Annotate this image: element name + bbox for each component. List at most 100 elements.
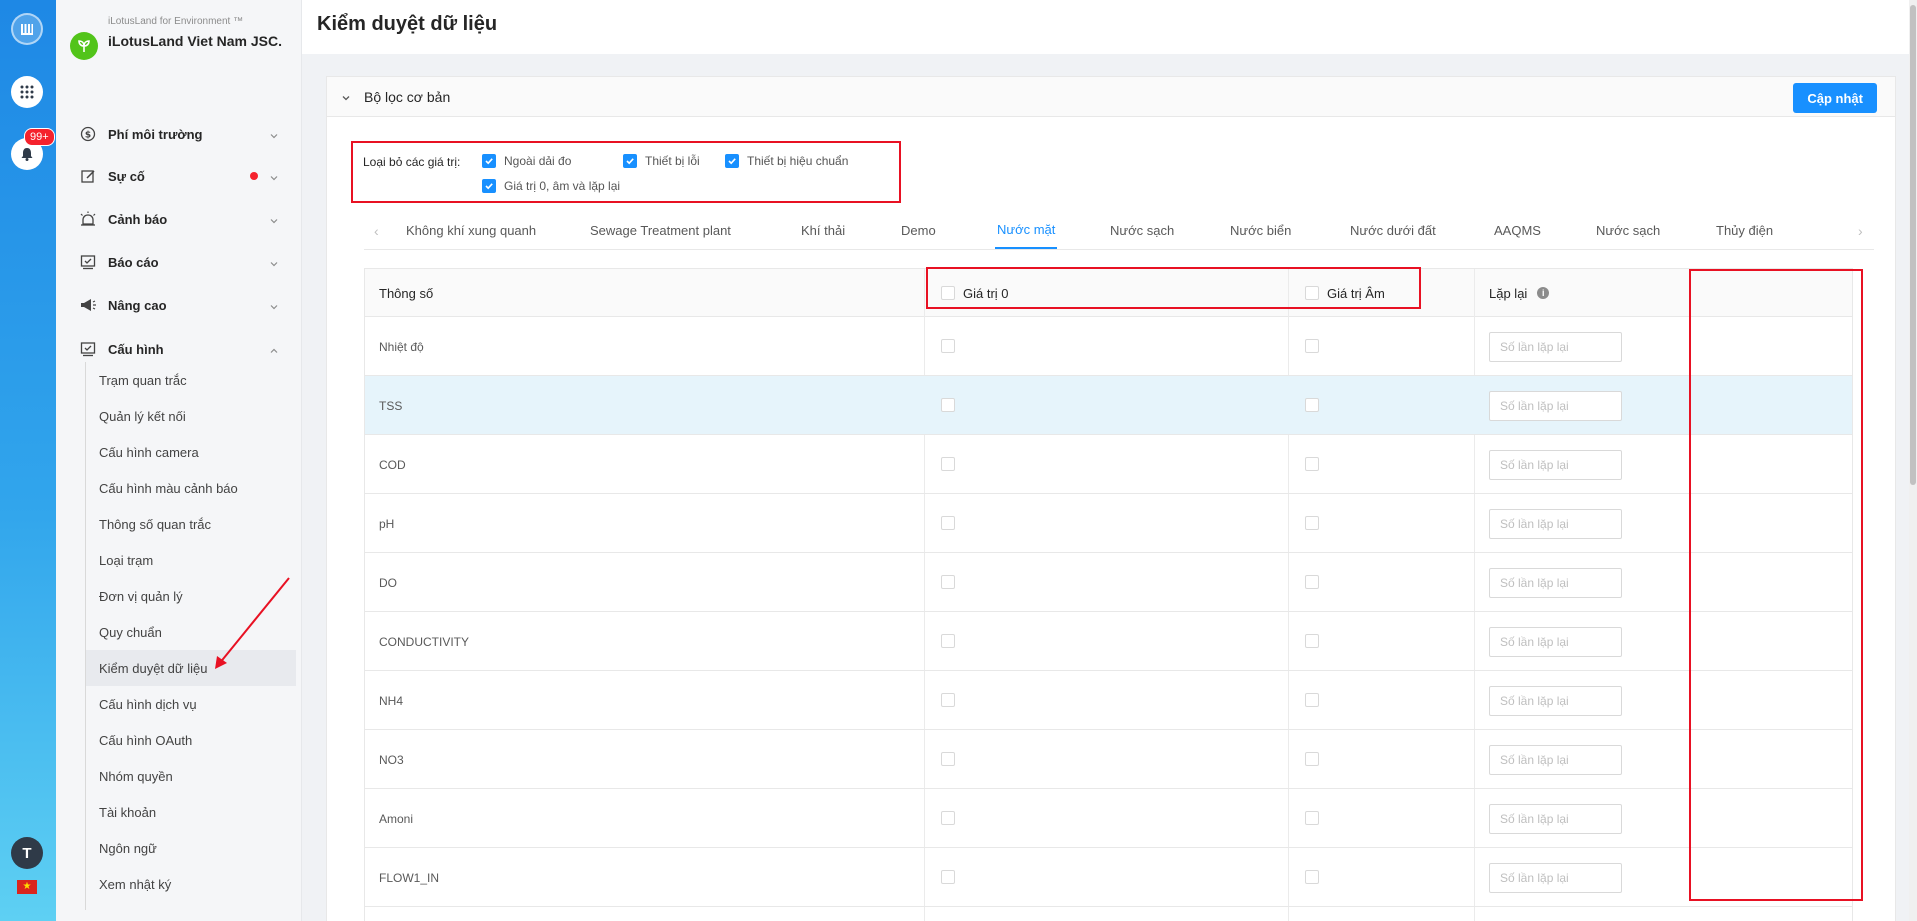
tabs-next-icon[interactable]: ›: [1858, 212, 1863, 249]
zero-checkbox[interactable]: [941, 811, 955, 825]
chevron-down-icon: [270, 256, 278, 271]
alarm-icon: [78, 209, 98, 229]
negative-checkbox[interactable]: [1305, 693, 1319, 707]
repeat-count-input[interactable]: [1489, 450, 1622, 480]
sidebar-item-advanced[interactable]: Nâng cao: [56, 285, 301, 325]
tab-sewage-treatment[interactable]: Sewage Treatment plant: [590, 212, 731, 249]
table-row: NH4: [365, 671, 1852, 730]
sidebar-item-oauth[interactable]: Cấu hình OAuth: [86, 722, 296, 758]
zero-checkbox[interactable]: [941, 693, 955, 707]
notification-badge: 99+: [24, 128, 55, 146]
main-content: Kiểm duyệt dữ liệu Bộ lọc cơ bản Cập nhậ…: [302, 0, 1917, 921]
tab-clean-water[interactable]: Nước sạch: [1110, 212, 1174, 249]
tabs-prev-icon[interactable]: ‹: [374, 212, 379, 249]
sidebar-item-language[interactable]: Ngôn ngữ: [86, 830, 296, 866]
annotation-box-exclude: [351, 141, 901, 203]
header-repeat: Lặp lại i: [1489, 269, 1550, 317]
language-flag-icon[interactable]: ★: [17, 880, 37, 894]
repeat-count-input[interactable]: [1489, 627, 1622, 657]
parameter-name: DO: [379, 575, 397, 590]
dollar-icon: $: [78, 124, 98, 144]
negative-checkbox[interactable]: [1305, 398, 1319, 412]
repeat-count-input[interactable]: [1489, 863, 1622, 893]
parameter-name: pH: [379, 516, 395, 531]
chevron-down-icon: [270, 128, 278, 143]
table-row: Amoni: [365, 789, 1852, 848]
repeat-count-input[interactable]: [1489, 391, 1622, 421]
sidebar: iLotusLand for Environment ™ iLotusLand …: [56, 0, 302, 921]
app-logo-icon[interactable]: [11, 13, 43, 45]
sidebar-item-logs[interactable]: Xem nhật ký: [86, 866, 296, 902]
parameter-name: TSS: [379, 398, 403, 413]
negative-checkbox[interactable]: [1305, 457, 1319, 471]
filter-card-header[interactable]: Bộ lọc cơ bản Cập nhật: [327, 77, 1895, 117]
repeat-count-input[interactable]: [1489, 509, 1622, 539]
tab-exhaust-gas[interactable]: Khí thải: [801, 212, 845, 249]
tab-groundwater[interactable]: Nước dưới đất: [1350, 212, 1436, 249]
tab-hydropower[interactable]: Thủy điện: [1716, 212, 1773, 249]
repeat-count-input[interactable]: [1489, 804, 1622, 834]
sidebar-item-label: Phí môi trường: [108, 126, 203, 142]
update-button[interactable]: Cập nhật: [1793, 83, 1877, 113]
negative-checkbox[interactable]: [1305, 634, 1319, 648]
zero-checkbox[interactable]: [941, 575, 955, 589]
zero-checkbox[interactable]: [941, 634, 955, 648]
sidebar-item-camera[interactable]: Cấu hình camera: [86, 434, 296, 470]
tab-aaqms[interactable]: AAQMS: [1494, 212, 1541, 249]
parameter-name: CONDUCTIVITY: [379, 634, 469, 649]
sidebar-item-environment-fee[interactable]: $ Phí môi trường: [56, 114, 301, 154]
sidebar-item-warning-colors[interactable]: Cấu hình màu cảnh báo: [86, 470, 296, 506]
sidebar-item-accounts[interactable]: Tài khoản: [86, 794, 296, 830]
negative-checkbox[interactable]: [1305, 870, 1319, 884]
table-row: COD: [365, 435, 1852, 494]
tab-ambient-air[interactable]: Không khí xung quanh: [406, 212, 536, 249]
chevron-down-icon[interactable]: [341, 91, 351, 106]
sidebar-item-label: Cấu hình: [108, 341, 164, 357]
filter-card-title: Bộ lọc cơ bản: [364, 89, 451, 105]
brand-logo-icon: [70, 32, 98, 60]
megaphone-icon: [78, 295, 98, 315]
sidebar-item-label: Báo cáo: [108, 254, 159, 270]
negative-checkbox[interactable]: [1305, 516, 1319, 530]
sidebar-item-services[interactable]: Cấu hình dịch vụ: [86, 686, 296, 722]
scrollbar-thumb[interactable]: [1910, 5, 1916, 485]
parameter-name: NO3: [379, 752, 404, 767]
sidebar-item-parameters[interactable]: Thông số quan trắc: [86, 506, 296, 542]
tab-demo[interactable]: Demo: [901, 212, 936, 249]
info-icon[interactable]: i: [1537, 287, 1550, 299]
tab-surface-water[interactable]: Nước mặt: [995, 212, 1058, 249]
repeat-count-input[interactable]: [1489, 568, 1622, 598]
zero-checkbox[interactable]: [941, 752, 955, 766]
report-icon: [78, 252, 98, 272]
svg-text:$: $: [85, 131, 91, 141]
sidebar-item-report[interactable]: Báo cáo: [56, 242, 301, 282]
negative-checkbox[interactable]: [1305, 339, 1319, 353]
sidebar-item-label: Nâng cao: [108, 297, 167, 313]
table-row: pH: [365, 494, 1852, 553]
sidebar-item-roles[interactable]: Nhóm quyền: [86, 758, 296, 794]
negative-checkbox[interactable]: [1305, 575, 1319, 589]
zero-checkbox[interactable]: [941, 870, 955, 884]
chevron-down-icon: [270, 170, 278, 185]
sidebar-item-warning[interactable]: Cảnh báo: [56, 199, 301, 239]
table-row: Nhiệt độ: [365, 317, 1852, 376]
sidebar-item-stations[interactable]: Trạm quan trắc: [86, 362, 296, 398]
sidebar-item-incident[interactable]: Sự cố: [56, 156, 301, 196]
page-scrollbar[interactable]: [1909, 0, 1917, 921]
repeat-count-input[interactable]: [1489, 686, 1622, 716]
zero-checkbox[interactable]: [941, 516, 955, 530]
tab-clean-water-2[interactable]: Nước sạch: [1596, 212, 1660, 249]
chevron-down-icon: [270, 299, 278, 314]
zero-checkbox[interactable]: [941, 457, 955, 471]
negative-checkbox[interactable]: [1305, 811, 1319, 825]
zero-checkbox[interactable]: [941, 398, 955, 412]
tab-sea-water[interactable]: Nước biển: [1230, 212, 1291, 249]
brand-name: iLotusLand Viet Nam JSC.: [108, 33, 282, 49]
user-avatar[interactable]: T: [11, 837, 43, 869]
sidebar-item-connections[interactable]: Quản lý kết nối: [86, 398, 296, 434]
negative-checkbox[interactable]: [1305, 752, 1319, 766]
apps-grid-icon[interactable]: [11, 76, 43, 108]
repeat-count-input[interactable]: [1489, 332, 1622, 362]
repeat-count-input[interactable]: [1489, 745, 1622, 775]
zero-checkbox[interactable]: [941, 339, 955, 353]
